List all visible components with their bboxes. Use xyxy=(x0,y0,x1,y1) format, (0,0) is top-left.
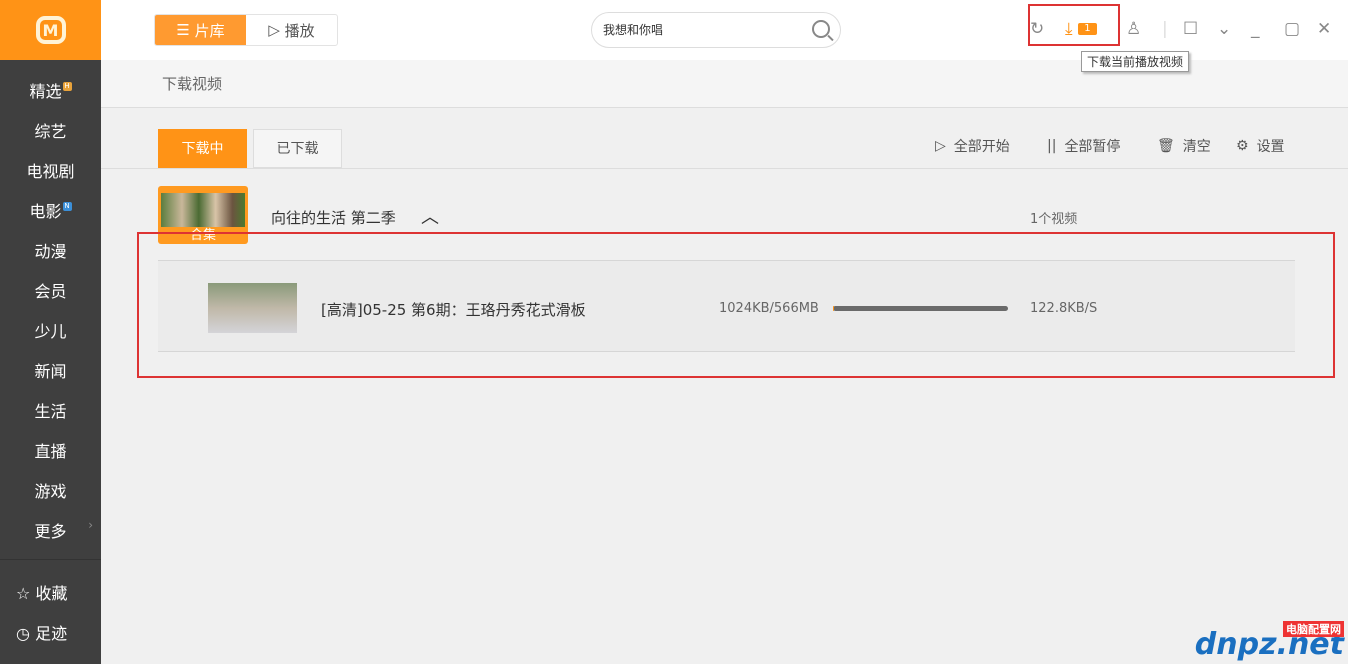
tooltip: 下载当前播放视频 xyxy=(1081,51,1190,72)
badge: H xyxy=(62,82,72,91)
tab-play[interactable]: ▷ 播放 xyxy=(246,15,337,45)
minimize-icon[interactable]: _ xyxy=(1251,18,1260,40)
search-icon[interactable] xyxy=(812,20,830,38)
collection-thumbnail xyxy=(161,193,245,227)
chevron-down-icon[interactable]: ⌄ xyxy=(1217,18,1231,40)
maximize-icon[interactable]: ▢ xyxy=(1284,18,1300,40)
sidebar-item[interactable]: 生活 xyxy=(0,398,101,422)
close-icon[interactable]: ✕ xyxy=(1317,18,1331,40)
clock-icon: ◷ xyxy=(16,624,30,643)
tab-downloading[interactable]: 下载中 xyxy=(158,129,247,168)
divider: | xyxy=(1162,19,1168,39)
video-count: 1个视频 xyxy=(1030,212,1078,227)
gear-icon: ⚙ xyxy=(1236,138,1249,154)
edit-icon[interactable]: ☐ xyxy=(1183,18,1198,40)
collection-title: 向往的生活 第二季 xyxy=(271,209,396,227)
sidebar-item[interactable]: 游戏 xyxy=(0,478,101,502)
settings-button[interactable]: ⚙ 设置 xyxy=(1236,136,1285,156)
user-icon[interactable]: ♙ xyxy=(1126,18,1141,40)
start-all-button[interactable]: ▷ 全部开始 xyxy=(935,136,1010,156)
chevron-right-icon: › xyxy=(88,518,93,532)
sidebar-item-favorites[interactable]: ☆ 收藏 xyxy=(16,580,67,604)
sidebar-item-history[interactable]: ◷ 足迹 xyxy=(16,620,67,644)
mode-switch: ☰ 片库 ▷ 播放 xyxy=(154,14,338,46)
sidebar-item[interactable]: 会员 xyxy=(0,278,101,302)
tab-downloaded[interactable]: 已下载 xyxy=(253,129,342,168)
sidebar: M 精选 H 综艺电视剧电影 N 动漫会员少儿新闻生活直播游戏更多 › ☆ 收藏 ◷ 足迹 xyxy=(0,0,101,664)
sidebar-item[interactable]: 电视剧 xyxy=(0,158,101,182)
sidebar-item[interactable]: 电影 N xyxy=(0,198,101,222)
highlight-box xyxy=(137,232,1335,378)
pause-all-button[interactable]: || 全部暂停 xyxy=(1047,136,1120,156)
pause-icon: || xyxy=(1047,138,1057,154)
clear-button[interactable]: 🗑 清空 xyxy=(1157,136,1211,156)
sidebar-item[interactable]: 综艺 xyxy=(0,118,101,142)
trash-icon: 🗑 xyxy=(1157,138,1175,154)
sidebar-item[interactable]: 直播 xyxy=(0,438,101,462)
search-input[interactable]: 我想和你唱 xyxy=(591,12,841,48)
sidebar-item[interactable]: 动漫 xyxy=(0,238,101,262)
sidebar-item[interactable]: 少儿 xyxy=(0,318,101,342)
tab-library[interactable]: ☰ 片库 xyxy=(155,15,246,45)
divider xyxy=(0,559,101,560)
app-logo[interactable]: M xyxy=(0,0,101,60)
badge: N xyxy=(62,202,72,211)
sidebar-item[interactable]: 精选 H xyxy=(0,78,101,102)
star-icon: ☆ xyxy=(16,584,31,603)
play-icon: ▷ xyxy=(935,138,946,154)
highlight-box xyxy=(1028,4,1120,46)
watermark-logo: dnpz.net 电脑配置网 xyxy=(1194,621,1344,662)
divider xyxy=(101,168,1348,169)
sidebar-item[interactable]: 更多 › xyxy=(0,518,101,542)
menu-icon: ☰ xyxy=(176,21,190,39)
chevron-up-icon[interactable]: ︿ xyxy=(421,203,439,229)
play-icon: ▷ xyxy=(268,21,280,39)
sidebar-item[interactable]: 新闻 xyxy=(0,358,101,382)
